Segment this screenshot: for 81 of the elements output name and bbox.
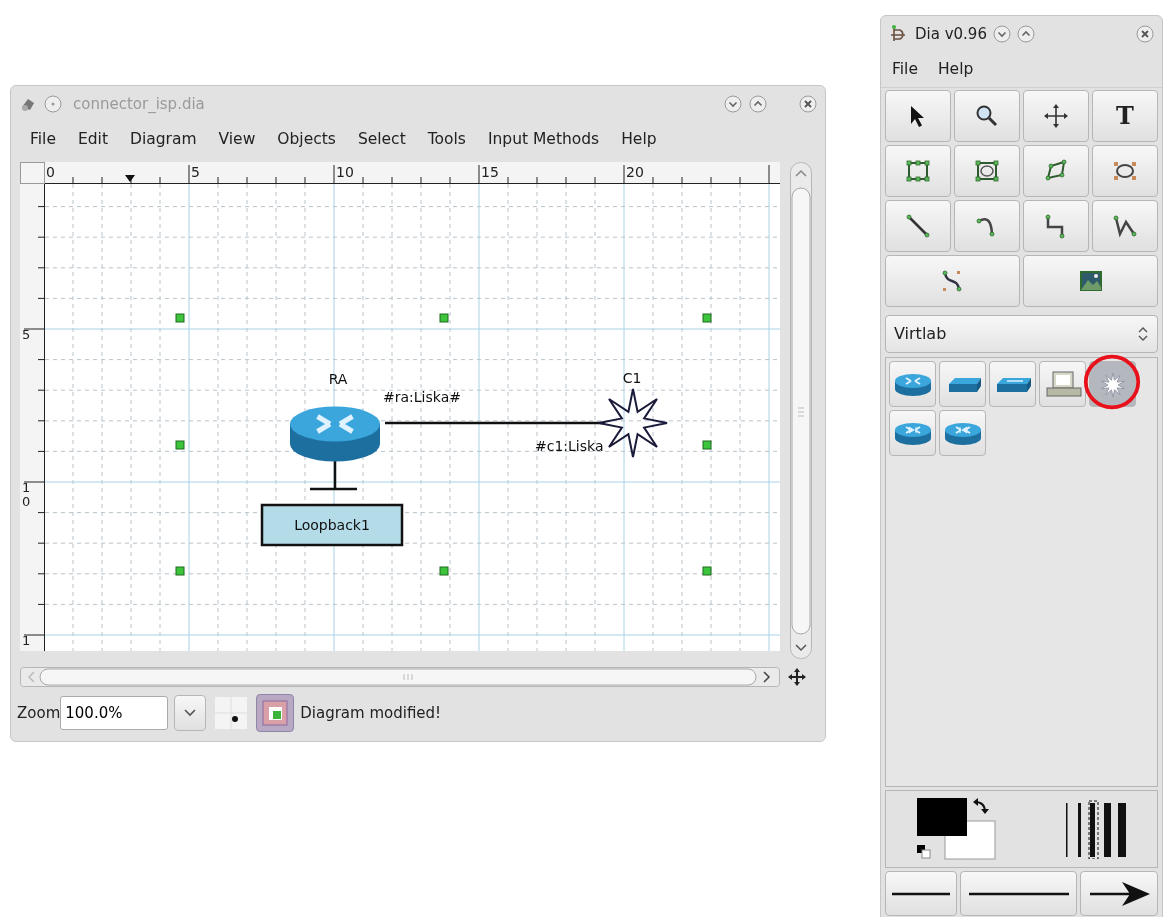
shape-button[interactable] [889, 410, 936, 456]
line-style-button[interactable] [960, 871, 1077, 916]
selection-handle [702, 440, 712, 450]
menu-item[interactable]: Diagram [120, 125, 206, 155]
move-icon[interactable] [788, 668, 806, 686]
tool-button[interactable]: T [1092, 90, 1158, 142]
zoom-dropdown-button[interactable] [174, 695, 207, 731]
updown-icon [1137, 325, 1149, 343]
polyline-icon [1111, 212, 1139, 240]
minimize-button[interactable] [992, 25, 1011, 43]
selection-handle [702, 566, 712, 576]
shape-button[interactable] [1039, 361, 1086, 407]
menu-item[interactable]: Help [612, 125, 666, 155]
sheet-selector[interactable]: Virtlab [885, 315, 1158, 353]
node-label: C1 [622, 370, 642, 386]
selection-handle [439, 566, 449, 576]
selection-handle [175, 313, 185, 323]
diagram-canvas[interactable]: RA C1 Loopback1 #ra:Liska# #c1:Liska [45, 184, 780, 651]
node-label: Loopback1 [294, 517, 370, 533]
tool-button[interactable] [1023, 255, 1158, 307]
line-width-icon[interactable] [1063, 799, 1128, 859]
menu-item[interactable]: Edit [68, 125, 117, 155]
minimize-button[interactable] [724, 95, 742, 113]
shape-button[interactable] [989, 361, 1036, 407]
ruler-label: 1 [22, 633, 31, 648]
ruler-label: 10 [22, 480, 31, 509]
tool-button[interactable] [885, 90, 951, 142]
tool-button[interactable] [885, 145, 951, 197]
menu-item[interactable]: Tools [418, 125, 475, 155]
line-style-button[interactable] [1080, 871, 1158, 916]
menu-item[interactable]: File [21, 125, 65, 155]
connection-label: #c1:Liska [535, 438, 604, 454]
close-button[interactable] [1136, 25, 1154, 43]
ruler-label: 5 [191, 164, 200, 180]
line-icon [968, 890, 1069, 897]
selection-handle [175, 440, 185, 450]
ruler-label: 5 [22, 327, 31, 342]
vertical-scrollbar[interactable] [790, 162, 812, 659]
chevron-down-icon [184, 709, 197, 717]
highlight-circle [1082, 353, 1142, 411]
move-icon [1042, 102, 1070, 130]
position-marker-icon [125, 175, 135, 182]
menu-item[interactable]: Help [928, 54, 983, 85]
zoom-label: Zoom [17, 702, 61, 724]
zoom-field[interactable]: 100.0% [60, 696, 169, 730]
rectangle-icon [904, 157, 932, 185]
shape-button[interactable] [939, 361, 986, 407]
selection-handle [702, 313, 712, 323]
window-title: Dia v0.96 [915, 23, 987, 45]
shape-button[interactable] [889, 361, 936, 407]
menu-item[interactable]: Select [348, 125, 415, 155]
ellipse-icon [973, 157, 1001, 185]
node-label: RA [328, 371, 348, 387]
selection-handle [175, 566, 185, 576]
maximize-button[interactable] [1016, 25, 1035, 43]
selection-handle [439, 313, 449, 323]
ruler-label: 10 [336, 164, 354, 180]
tool-button[interactable] [1092, 200, 1158, 252]
menu-item[interactable]: Objects [268, 125, 345, 155]
ruler-label: 15 [481, 164, 499, 180]
maximize-button[interactable] [749, 95, 767, 113]
tool-button[interactable] [1023, 90, 1089, 142]
menu-item[interactable]: Input Methods [478, 125, 609, 155]
ruler-label: 0 [46, 164, 55, 180]
menu-item[interactable]: File [883, 54, 927, 85]
line-style-button[interactable] [885, 871, 957, 916]
connection-label: #ra:Liska# [383, 389, 461, 405]
ruler-label: 20 [626, 164, 644, 180]
object-snap-toggle[interactable] [256, 694, 295, 732]
horizontal-scrollbar[interactable] [20, 667, 780, 687]
window-title: connector_isp.dia [73, 93, 205, 115]
shape-button[interactable] [939, 410, 986, 456]
line-icon [904, 212, 932, 240]
menu-item[interactable]: View [209, 125, 265, 155]
snap-icon [261, 699, 290, 727]
status-message: Diagram modified! [300, 702, 442, 724]
tool-button[interactable] [954, 90, 1020, 142]
grid-dot-icon [215, 697, 248, 729]
tool-button[interactable] [954, 145, 1020, 197]
line-icon [892, 890, 950, 897]
close-button[interactable] [799, 95, 817, 113]
